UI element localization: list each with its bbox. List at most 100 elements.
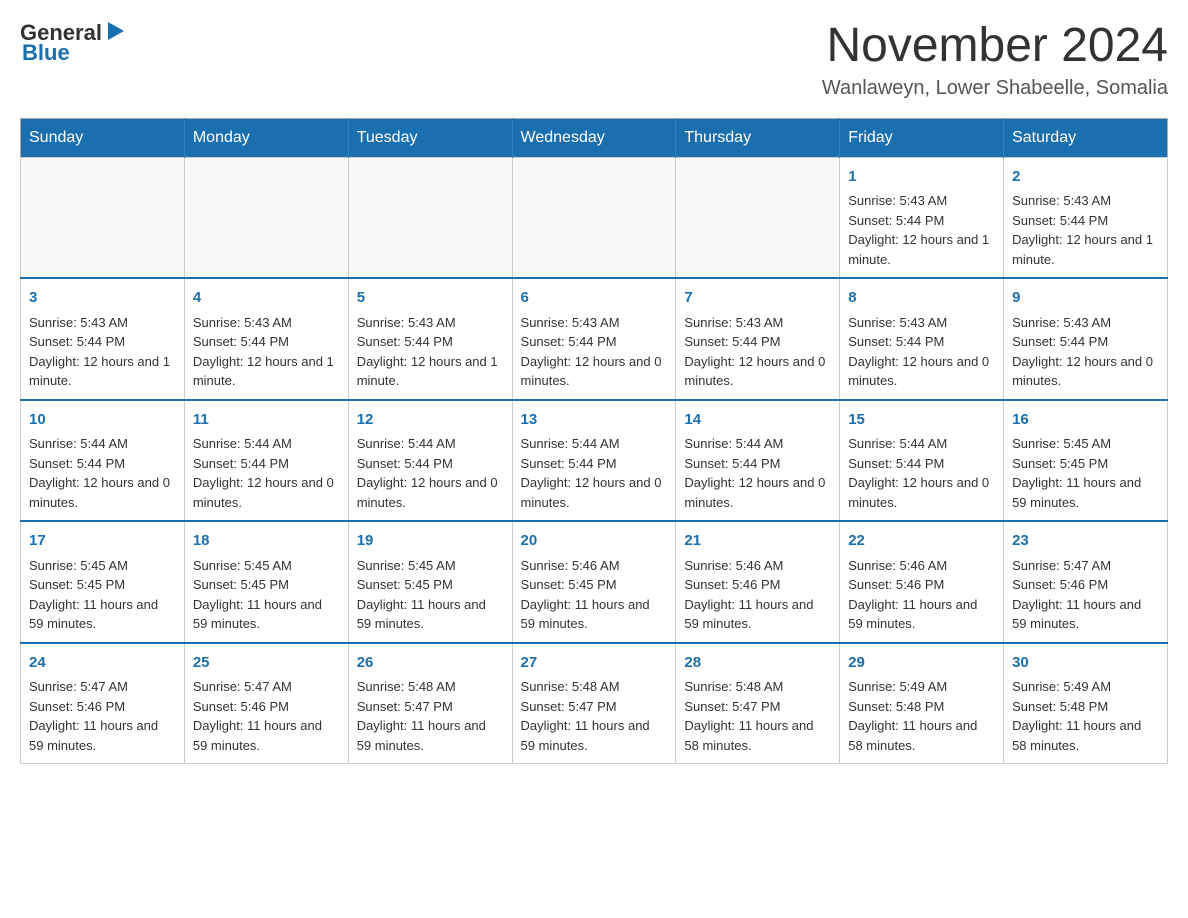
calendar-cell: 5 Sunrise: 5:43 AMSunset: 5:44 PMDaylight…: [348, 278, 512, 400]
calendar-table: SundayMondayTuesdayWednesdayThursdayFrid…: [20, 118, 1168, 765]
day-number: 26: [357, 652, 504, 675]
calendar-cell: 16 Sunrise: 5:45 AMSunset: 5:45 PMDayligh…: [1004, 400, 1168, 522]
day-number: 16: [1012, 409, 1159, 432]
calendar-cell: 21 Sunrise: 5:46 AMSunset: 5:46 PMDayligh…: [676, 521, 840, 643]
day-info: Sunrise: 5:46 AMSunset: 5:46 PMDaylight:…: [684, 558, 813, 632]
day-number: 13: [521, 409, 668, 432]
weekday-header-wednesday: Wednesday: [512, 118, 676, 157]
day-info: Sunrise: 5:44 AMSunset: 5:44 PMDaylight:…: [357, 436, 498, 510]
weekday-header-friday: Friday: [840, 118, 1004, 157]
calendar-cell: 22 Sunrise: 5:46 AMSunset: 5:46 PMDayligh…: [840, 521, 1004, 643]
day-info: Sunrise: 5:47 AMSunset: 5:46 PMDaylight:…: [29, 679, 158, 753]
calendar-cell: [21, 157, 185, 278]
day-info: Sunrise: 5:47 AMSunset: 5:46 PMDaylight:…: [193, 679, 322, 753]
day-info: Sunrise: 5:49 AMSunset: 5:48 PMDaylight:…: [1012, 679, 1141, 753]
day-info: Sunrise: 5:43 AMSunset: 5:44 PMDaylight:…: [684, 315, 825, 389]
calendar-cell: 3 Sunrise: 5:43 AMSunset: 5:44 PMDaylight…: [21, 278, 185, 400]
day-info: Sunrise: 5:46 AMSunset: 5:45 PMDaylight:…: [521, 558, 650, 632]
weekday-header-monday: Monday: [184, 118, 348, 157]
day-info: Sunrise: 5:45 AMSunset: 5:45 PMDaylight:…: [1012, 436, 1141, 510]
calendar-cell: 28Sunrise: 5:48 AMSunset: 5:47 PMDayligh…: [676, 643, 840, 764]
day-info: Sunrise: 5:43 AMSunset: 5:44 PMDaylight:…: [521, 315, 662, 389]
day-number: 8: [848, 287, 995, 310]
week-row-2: 3 Sunrise: 5:43 AMSunset: 5:44 PMDaylight…: [21, 278, 1168, 400]
day-number: 2: [1012, 166, 1159, 189]
day-info: Sunrise: 5:43 AMSunset: 5:44 PMDaylight:…: [357, 315, 498, 389]
day-info: Sunrise: 5:45 AMSunset: 5:45 PMDaylight:…: [193, 558, 322, 632]
day-number: 5: [357, 287, 504, 310]
day-number: 20: [521, 530, 668, 553]
weekday-header-saturday: Saturday: [1004, 118, 1168, 157]
calendar-cell: 11 Sunrise: 5:44 AMSunset: 5:44 PMDayligh…: [184, 400, 348, 522]
day-info: Sunrise: 5:43 AMSunset: 5:44 PMDaylight:…: [848, 315, 989, 389]
day-info: Sunrise: 5:47 AMSunset: 5:46 PMDaylight:…: [1012, 558, 1141, 632]
calendar-cell: 19 Sunrise: 5:45 AMSunset: 5:45 PMDayligh…: [348, 521, 512, 643]
month-title: November 2024: [822, 20, 1168, 73]
day-number: 25: [193, 652, 340, 675]
week-row-3: 10 Sunrise: 5:44 AMSunset: 5:44 PMDayligh…: [21, 400, 1168, 522]
weekday-header-thursday: Thursday: [676, 118, 840, 157]
day-number: 6: [521, 287, 668, 310]
day-info: Sunrise: 5:44 AMSunset: 5:44 PMDaylight:…: [193, 436, 334, 510]
logo-blue: Blue: [22, 40, 70, 66]
day-number: 22: [848, 530, 995, 553]
day-info: Sunrise: 5:46 AMSunset: 5:46 PMDaylight:…: [848, 558, 977, 632]
calendar-cell: 17 Sunrise: 5:45 AMSunset: 5:45 PMDayligh…: [21, 521, 185, 643]
logo: General Blue: [20, 20, 126, 66]
week-row-1: 1 Sunrise: 5:43 AMSunset: 5:44 PMDaylight…: [21, 157, 1168, 278]
logo-triangle-icon: [104, 20, 126, 42]
day-info: Sunrise: 5:45 AMSunset: 5:45 PMDaylight:…: [29, 558, 158, 632]
day-number: 10: [29, 409, 176, 432]
day-number: 18: [193, 530, 340, 553]
day-number: 27: [521, 652, 668, 675]
day-info: Sunrise: 5:44 AMSunset: 5:44 PMDaylight:…: [684, 436, 825, 510]
day-number: 4: [193, 287, 340, 310]
day-info: Sunrise: 5:43 AMSunset: 5:44 PMDaylight:…: [848, 193, 989, 267]
weekday-header-sunday: Sunday: [21, 118, 185, 157]
calendar-cell: 26 Sunrise: 5:48 AMSunset: 5:47 PMDayligh…: [348, 643, 512, 764]
day-number: 15: [848, 409, 995, 432]
day-info: Sunrise: 5:43 AMSunset: 5:44 PMDaylight:…: [29, 315, 170, 389]
day-number: 29: [848, 652, 995, 675]
calendar-cell: 23 Sunrise: 5:47 AMSunset: 5:46 PMDayligh…: [1004, 521, 1168, 643]
week-row-5: 24 Sunrise: 5:47 AMSunset: 5:46 PMDayligh…: [21, 643, 1168, 764]
day-info: Sunrise: 5:45 AMSunset: 5:45 PMDaylight:…: [357, 558, 486, 632]
calendar-cell: 30 Sunrise: 5:49 AMSunset: 5:48 PMDayligh…: [1004, 643, 1168, 764]
day-number: 1: [848, 166, 995, 189]
calendar-cell: 6 Sunrise: 5:43 AMSunset: 5:44 PMDaylight…: [512, 278, 676, 400]
calendar-cell: 12Sunrise: 5:44 AMSunset: 5:44 PMDayligh…: [348, 400, 512, 522]
day-info: Sunrise: 5:43 AMSunset: 5:44 PMDaylight:…: [1012, 315, 1153, 389]
day-number: 11: [193, 409, 340, 432]
calendar-cell: 1 Sunrise: 5:43 AMSunset: 5:44 PMDaylight…: [840, 157, 1004, 278]
day-number: 17: [29, 530, 176, 553]
weekday-header-row: SundayMondayTuesdayWednesdayThursdayFrid…: [21, 118, 1168, 157]
calendar-cell: 29 Sunrise: 5:49 AMSunset: 5:48 PMDayligh…: [840, 643, 1004, 764]
week-row-4: 17 Sunrise: 5:45 AMSunset: 5:45 PMDayligh…: [21, 521, 1168, 643]
location: Wanlaweyn, Lower Shabeelle, Somalia: [822, 77, 1168, 100]
day-number: 7: [684, 287, 831, 310]
day-info: Sunrise: 5:48 AMSunset: 5:47 PMDaylight:…: [521, 679, 650, 753]
calendar-cell: 14Sunrise: 5:44 AMSunset: 5:44 PMDayligh…: [676, 400, 840, 522]
page-header: General Blue November 2024 Wanlaweyn, Lo…: [20, 20, 1168, 100]
day-number: 21: [684, 530, 831, 553]
calendar-cell: [348, 157, 512, 278]
calendar-cell: 4 Sunrise: 5:43 AMSunset: 5:44 PMDaylight…: [184, 278, 348, 400]
day-number: 9: [1012, 287, 1159, 310]
day-number: 3: [29, 287, 176, 310]
calendar-cell: 2Sunrise: 5:43 AMSunset: 5:44 PMDaylight…: [1004, 157, 1168, 278]
weekday-header-tuesday: Tuesday: [348, 118, 512, 157]
day-number: 24: [29, 652, 176, 675]
calendar-cell: 10Sunrise: 5:44 AMSunset: 5:44 PMDayligh…: [21, 400, 185, 522]
calendar-cell: 7 Sunrise: 5:43 AMSunset: 5:44 PMDaylight…: [676, 278, 840, 400]
title-area: November 2024 Wanlaweyn, Lower Shabeelle…: [822, 20, 1168, 100]
day-info: Sunrise: 5:48 AMSunset: 5:47 PMDaylight:…: [357, 679, 486, 753]
calendar-cell: 25 Sunrise: 5:47 AMSunset: 5:46 PMDayligh…: [184, 643, 348, 764]
calendar-cell: [512, 157, 676, 278]
day-number: 19: [357, 530, 504, 553]
day-number: 30: [1012, 652, 1159, 675]
day-number: 23: [1012, 530, 1159, 553]
calendar-cell: 24 Sunrise: 5:47 AMSunset: 5:46 PMDayligh…: [21, 643, 185, 764]
day-info: Sunrise: 5:43 AMSunset: 5:44 PMDaylight:…: [193, 315, 334, 389]
calendar-cell: [184, 157, 348, 278]
day-info: Sunrise: 5:49 AMSunset: 5:48 PMDaylight:…: [848, 679, 977, 753]
